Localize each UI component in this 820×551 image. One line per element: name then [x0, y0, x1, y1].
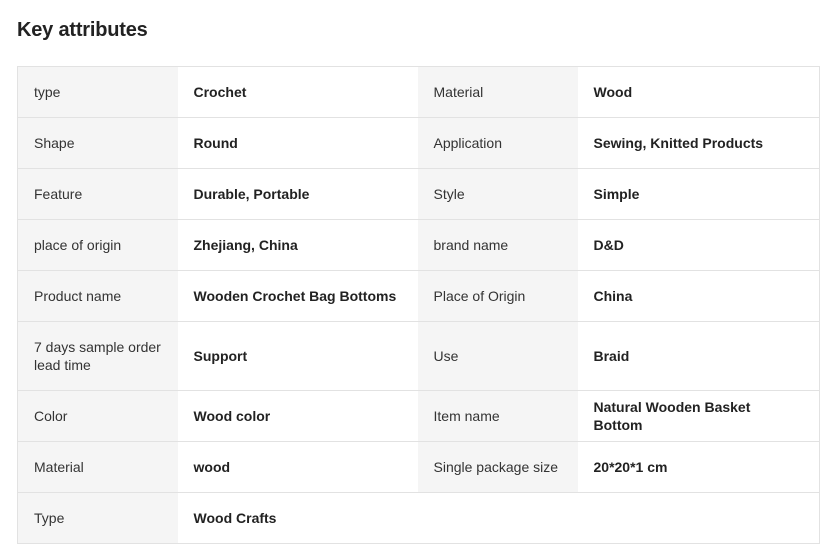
attribute-value: Zhejiang, China — [177, 219, 418, 271]
table-row: Type Wood Crafts — [17, 492, 820, 544]
attribute-value: Braid — [577, 321, 820, 391]
table-row: Shape Round Application Sewing, Knitted … — [17, 117, 820, 169]
attribute-value: Wood Crafts — [177, 492, 418, 544]
key-attributes-table: type Crochet Material Wood Shape Round A… — [17, 66, 820, 544]
attribute-key: type — [17, 66, 178, 118]
attribute-key: Product name — [17, 270, 178, 322]
attribute-value: China — [577, 270, 820, 322]
attribute-key: Color — [17, 390, 178, 442]
attribute-value: wood — [177, 441, 418, 493]
attribute-value: Wooden Crochet Bag Bottoms — [177, 270, 418, 322]
attribute-key: Material — [417, 66, 578, 118]
attribute-key: Item name — [417, 390, 578, 442]
attribute-key: place of origin — [17, 219, 178, 271]
table-row: type Crochet Material Wood — [17, 66, 820, 118]
table-row: place of origin Zhejiang, China brand na… — [17, 219, 820, 271]
attribute-value: 20*20*1 cm — [577, 441, 820, 493]
attribute-key: Type — [17, 492, 178, 544]
attribute-value-empty — [577, 492, 820, 544]
attribute-key: Material — [17, 441, 178, 493]
table-row: Feature Durable, Portable Style Simple — [17, 168, 820, 220]
attribute-key-empty — [417, 492, 578, 544]
attribute-value: Durable, Portable — [177, 168, 418, 220]
attribute-key: Application — [417, 117, 578, 169]
attribute-key: Single package size — [417, 441, 578, 493]
table-row: 7 days sample order lead time Support Us… — [17, 321, 820, 391]
attribute-value: Wood — [577, 66, 820, 118]
attribute-key: 7 days sample order lead time — [17, 321, 178, 391]
table-row: Color Wood color Item name Natural Woode… — [17, 390, 820, 442]
attribute-value: Sewing, Knitted Products — [577, 117, 820, 169]
attribute-key: Use — [417, 321, 578, 391]
attribute-value: Support — [177, 321, 418, 391]
attribute-key: Style — [417, 168, 578, 220]
table-row: Product name Wooden Crochet Bag Bottoms … — [17, 270, 820, 322]
attribute-value: Crochet — [177, 66, 418, 118]
attribute-key: Feature — [17, 168, 178, 220]
table-row: Material wood Single package size 20*20*… — [17, 441, 820, 493]
attribute-value: Simple — [577, 168, 820, 220]
attribute-value: Natural Wooden Basket Bottom — [577, 390, 820, 442]
attribute-key: Shape — [17, 117, 178, 169]
section-title: Key attributes — [17, 19, 148, 41]
attribute-value: D&D — [577, 219, 820, 271]
attribute-value: Wood color — [177, 390, 418, 442]
attribute-key: brand name — [417, 219, 578, 271]
attribute-key: Place of Origin — [417, 270, 578, 322]
attribute-value: Round — [177, 117, 418, 169]
